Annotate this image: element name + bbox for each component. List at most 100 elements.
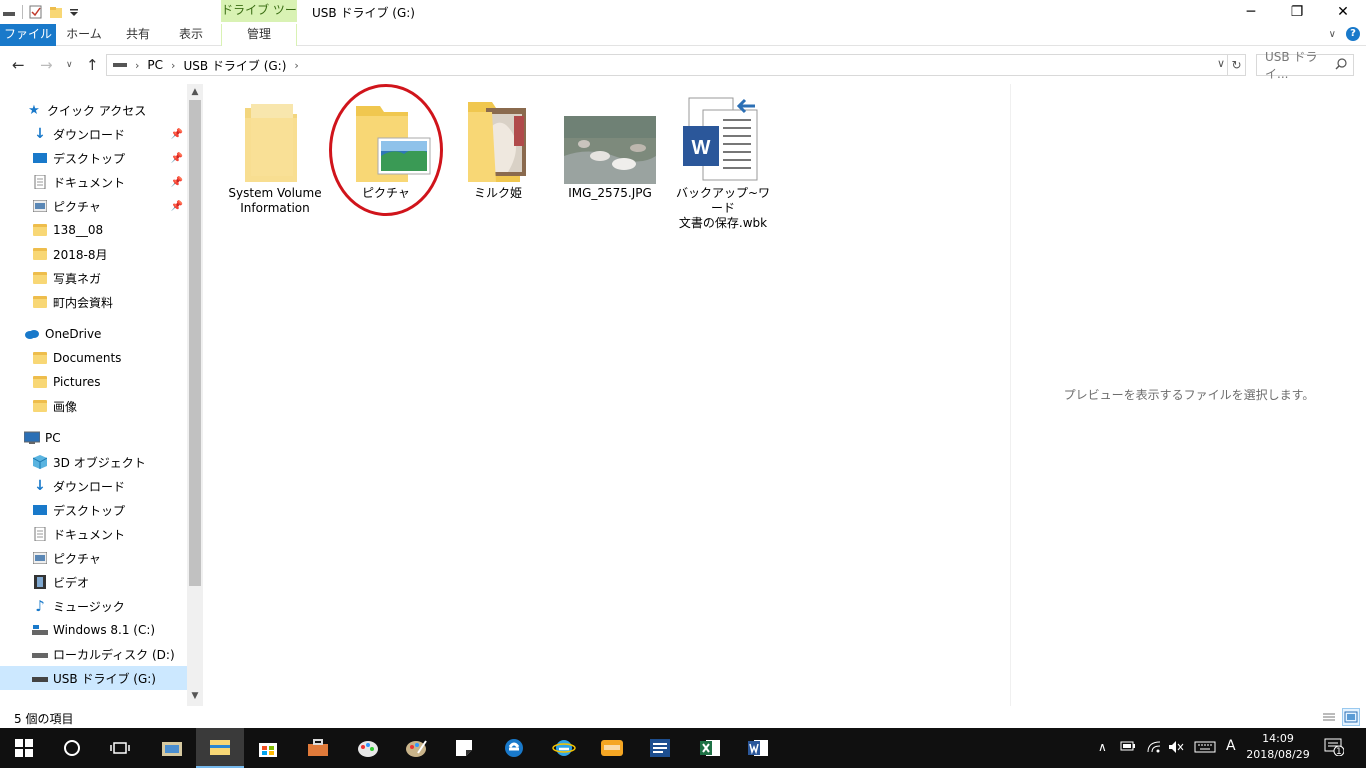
scroll-down-icon[interactable]: ▼ <box>187 688 203 704</box>
nav-pc-videos[interactable]: ビデオ <box>0 570 187 594</box>
nav-onedrive-folder[interactable]: Pictures <box>0 370 187 394</box>
file-name: 文書の保存.wbk <box>678 216 768 230</box>
restore-button[interactable]: ❐ <box>1274 0 1320 24</box>
nav-pc[interactable]: PC <box>0 426 187 450</box>
windows-logo-icon <box>15 739 33 757</box>
nav-quick-folder[interactable]: 138__08 <box>0 218 187 242</box>
breadcrumb-pc[interactable]: PC <box>147 58 163 72</box>
refresh-button[interactable]: ↻ <box>1228 54 1246 76</box>
start-button[interactable] <box>0 728 48 768</box>
nav-quick-access[interactable]: ★ クイック アクセス <box>0 98 187 122</box>
taskbar-app-sticky-notes[interactable] <box>440 728 488 768</box>
address-bar[interactable]: › PC › USB ドライブ (G:) › ∨ <box>106 54 1228 76</box>
ime-mode-indicator[interactable]: A <box>1226 738 1236 754</box>
taskbar-app-internet-explorer[interactable] <box>540 728 588 768</box>
file-item[interactable]: System Volume Information <box>225 96 325 216</box>
search-input[interactable]: USB ドライ... <box>1256 50 1354 81</box>
ribbon-controls: ∨ ? <box>1329 27 1360 41</box>
scroll-up-icon[interactable]: ▲ <box>187 84 203 100</box>
taskbar-app-toolbox[interactable] <box>294 728 342 768</box>
image-thumbnail <box>560 96 660 186</box>
search-button[interactable] <box>48 728 96 768</box>
nav-scrollbar[interactable]: ▲ ▼ <box>187 84 203 706</box>
breadcrumb-separator[interactable]: › <box>294 59 298 72</box>
taskbar-app-word[interactable] <box>734 728 782 768</box>
tab-share[interactable]: 共有 <box>112 24 164 46</box>
taskbar-app-file-explorer[interactable] <box>196 728 244 768</box>
taskbar-app-store[interactable] <box>244 728 292 768</box>
nav-quick-downloads[interactable]: ↓ ダウンロード 📌 <box>0 122 187 146</box>
battery-icon[interactable] <box>1120 740 1136 756</box>
close-button[interactable]: ✕ <box>1320 0 1366 24</box>
nav-pc-3d-objects[interactable]: 3D オブジェクト <box>0 450 187 474</box>
pin-icon: 📌 <box>170 200 183 212</box>
nav-pc-downloads[interactable]: ↓ ダウンロード <box>0 474 187 498</box>
scrollbar-thumb[interactable] <box>189 100 201 586</box>
taskbar-app-excel[interactable] <box>686 728 734 768</box>
file-explorer-icon <box>210 740 230 755</box>
recent-locations-icon[interactable]: ∨ <box>66 60 73 70</box>
breadcrumb-separator[interactable]: › <box>171 59 175 72</box>
nav-pc-desktop[interactable]: デスクトップ <box>0 498 187 522</box>
taskbar-app-edge[interactable] <box>490 728 538 768</box>
file-item[interactable]: W バックアップ~ワード 文書の保存.wbk <box>673 96 773 231</box>
customize-toolbar-icon[interactable] <box>69 5 83 19</box>
nav-label: OneDrive <box>45 327 102 341</box>
nav-onedrive-folder[interactable]: 画像 <box>0 394 187 418</box>
file-item[interactable]: ピクチャ <box>336 96 436 201</box>
task-view-button[interactable] <box>96 728 144 768</box>
keyboard-icon[interactable] <box>1194 740 1216 758</box>
nav-label: デスクトップ <box>53 151 126 166</box>
desktop-icon <box>32 150 48 166</box>
back-icon[interactable]: ← <box>12 56 25 74</box>
minimize-button[interactable]: ─ <box>1228 0 1274 24</box>
clock[interactable]: 14:09 2018/08/29 <box>1246 731 1310 763</box>
file-explorer-window: ドライブ ツール USB ドライブ (G:) ─ ❐ ✕ ファイル ホーム 共有… <box>0 0 1366 768</box>
nav-quick-folder[interactable]: 町内会資料 <box>0 290 187 314</box>
nav-quick-desktop[interactable]: デスクトップ 📌 <box>0 146 187 170</box>
help-icon[interactable]: ? <box>1346 27 1360 41</box>
cloud-icon <box>24 326 40 342</box>
cube-icon <box>32 454 48 470</box>
tab-view[interactable]: 表示 <box>164 24 218 46</box>
new-folder-icon[interactable] <box>49 5 63 19</box>
nav-quick-documents[interactable]: ドキュメント 📌 <box>0 170 187 194</box>
tab-file[interactable]: ファイル <box>0 24 56 46</box>
taskbar-app-photos[interactable] <box>148 728 196 768</box>
taskbar-app-paint-3d[interactable] <box>392 728 440 768</box>
nav-pc-pictures[interactable]: ピクチャ <box>0 546 187 570</box>
details-view-icon[interactable] <box>1320 708 1338 726</box>
up-icon[interactable]: ↑ <box>86 56 99 74</box>
nav-onedrive-folder[interactable]: Documents <box>0 346 187 370</box>
nav-label: ミュージック <box>53 599 125 614</box>
nav-quick-folder[interactable]: 写真ネガ <box>0 266 187 290</box>
wifi-icon[interactable] <box>1146 740 1162 758</box>
taskbar-app-orange-app[interactable] <box>588 728 636 768</box>
taskbar-app-paint[interactable] <box>344 728 392 768</box>
tab-home[interactable]: ホーム <box>56 24 112 46</box>
nav-quick-folder[interactable]: 2018-8月 <box>0 242 187 266</box>
nav-pc-drive-c[interactable]: Windows 8.1 (C:) <box>0 618 187 642</box>
download-icon: ↓ <box>34 126 46 142</box>
large-icons-view-icon[interactable] <box>1342 708 1360 726</box>
file-item[interactable]: IMG_2575.JPG <box>560 96 660 201</box>
nav-onedrive[interactable]: OneDrive <box>0 322 187 346</box>
breadcrumb-usb-drive[interactable]: USB ドライブ (G:) <box>183 57 286 74</box>
volume-mute-icon[interactable] <box>1168 740 1184 758</box>
quick-access-toolbar <box>2 4 83 20</box>
properties-icon[interactable] <box>29 5 43 19</box>
nav-pc-usb-drive[interactable]: USB ドライブ (G:) <box>0 666 187 690</box>
expand-ribbon-icon[interactable]: ∨ <box>1329 29 1336 40</box>
nav-pc-documents[interactable]: ドキュメント <box>0 522 187 546</box>
file-item[interactable]: ミルク姫 <box>448 96 548 201</box>
taskbar-app-editor[interactable] <box>636 728 684 768</box>
forward-icon[interactable]: → <box>40 56 53 74</box>
breadcrumb-separator[interactable]: › <box>135 59 139 72</box>
address-dropdown-icon[interactable]: ∨ <box>1217 57 1225 70</box>
folder-icon <box>32 398 48 414</box>
nav-quick-pictures[interactable]: ピクチャ 📌 <box>0 194 187 218</box>
nav-pc-music[interactable]: ♪ ミュージック <box>0 594 187 618</box>
nav-pc-drive-d[interactable]: ローカルディスク (D:) <box>0 642 187 666</box>
show-hidden-icons-icon[interactable]: ∧ <box>1098 740 1107 754</box>
tab-manage[interactable]: 管理 <box>221 24 297 46</box>
